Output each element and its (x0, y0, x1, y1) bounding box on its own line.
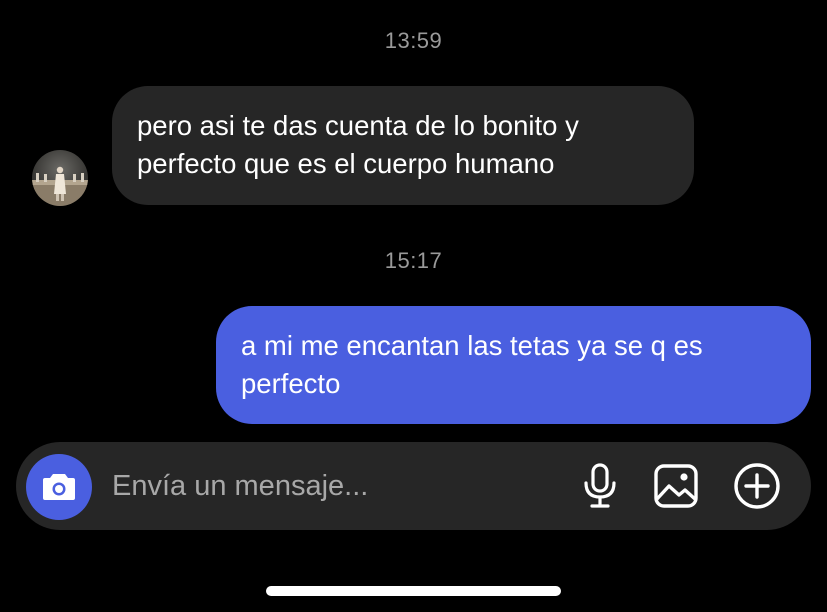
avatar-photo-icon (32, 166, 88, 206)
incoming-message-bubble[interactable]: pero asi te das cuenta de lo bonito y pe… (112, 86, 694, 205)
message-text-line: perfecto (241, 368, 341, 399)
add-content-button[interactable] (733, 462, 781, 510)
message-text-line: pero asi te das cuenta de lo bonito y (137, 110, 579, 141)
home-indicator[interactable] (266, 586, 561, 596)
microphone-button[interactable] (576, 462, 624, 510)
message-text-line: a mi me encantan las tetas ya se q es (241, 330, 703, 361)
message-text-line: perfecto que es el cuerpo humano (137, 148, 555, 179)
message-input[interactable] (112, 466, 552, 506)
contact-avatar[interactable] (32, 150, 88, 206)
message-timestamp: 15:17 (384, 248, 443, 273)
camera-button[interactable] (26, 454, 92, 520)
gallery-button[interactable] (652, 462, 700, 510)
plus-circle-icon (734, 463, 780, 509)
message-composer (16, 442, 811, 530)
microphone-icon (584, 463, 616, 508)
message-timestamp: 13:59 (384, 28, 443, 53)
image-gallery-icon (654, 464, 698, 508)
camera-icon (43, 474, 75, 500)
outgoing-message-bubble[interactable]: a mi me encantan las tetas ya se q es pe… (216, 306, 811, 424)
